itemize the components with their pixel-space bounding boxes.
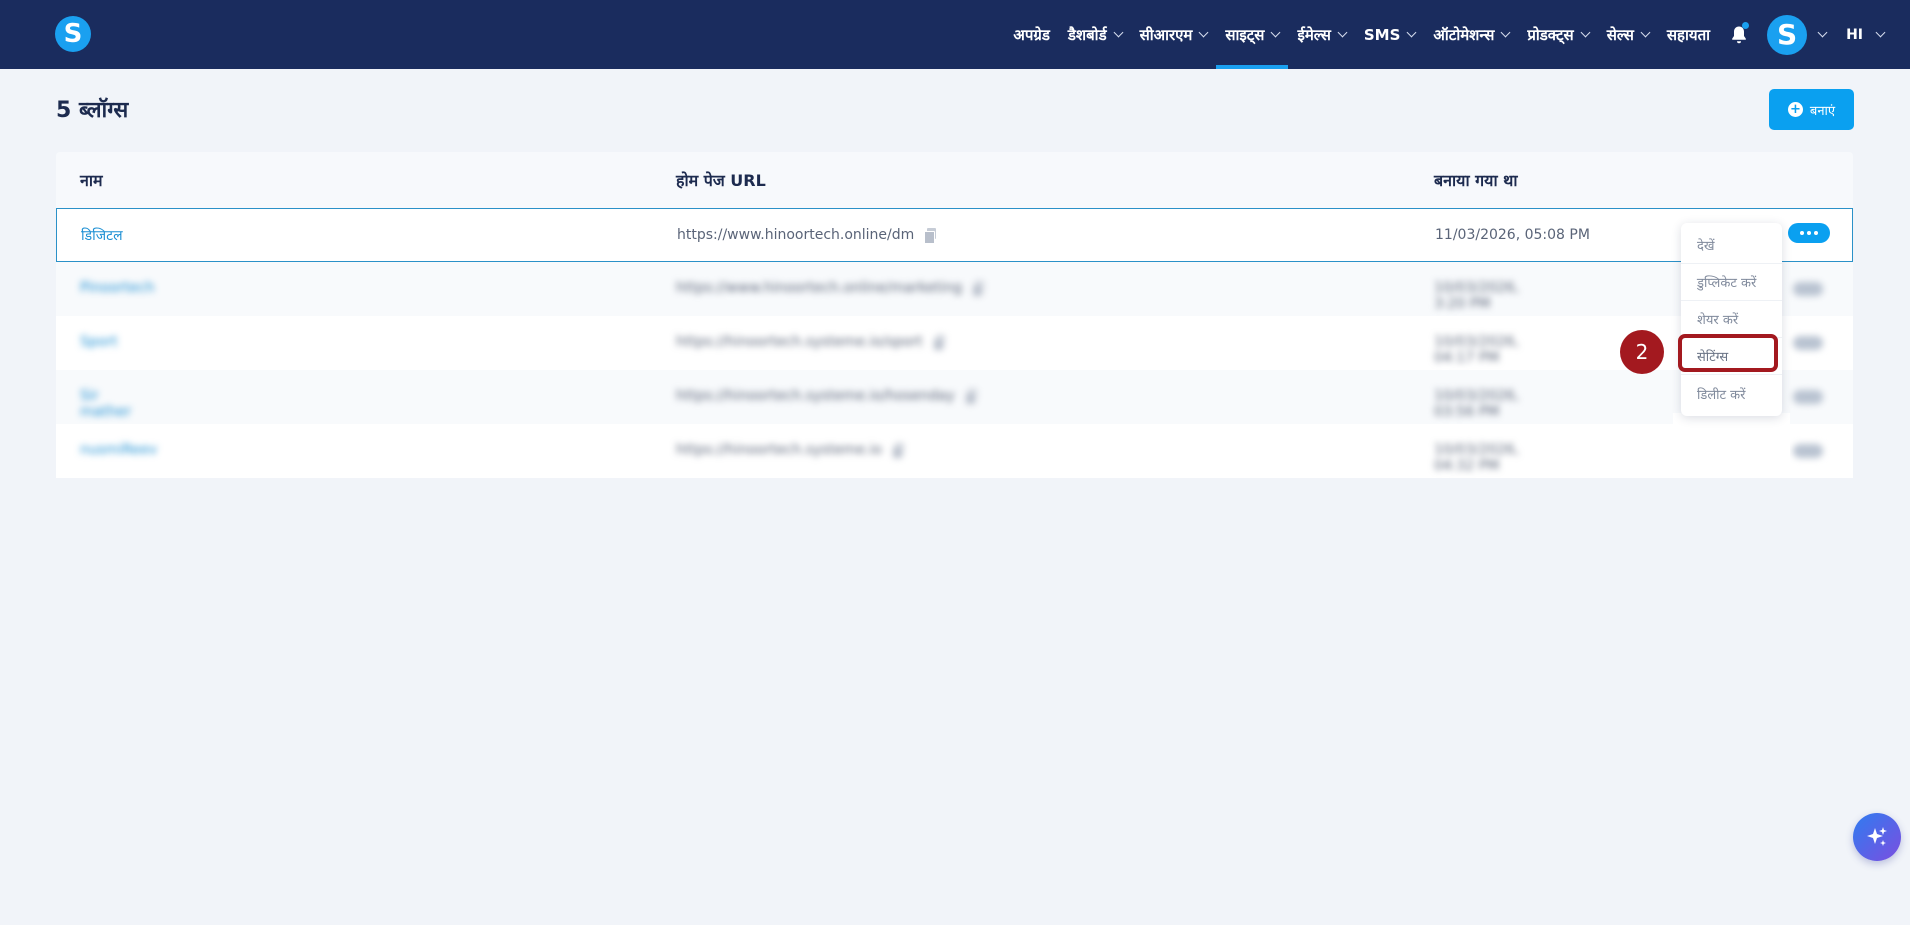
copy-icon[interactable] [964, 389, 977, 405]
create-button-label: बनाएं [1809, 103, 1836, 119]
blog-url: https://hinoortech.systeme.io/hosenday [676, 388, 977, 405]
more-dots-icon [1800, 231, 1804, 235]
blog-created-date: 11/03/2026, 05:08 PM [1435, 227, 1590, 243]
blog-url-text: https://www.hinoortech.online/marketing [676, 280, 963, 296]
blog-url: https://www.hinoortech.online/marketing [676, 280, 985, 297]
language-selector[interactable]: HI [1834, 0, 1910, 69]
blog-created-date: 10/03/2026, 03:56 PM [1434, 388, 1520, 420]
menu-item-share[interactable]: शेयर करें [1681, 301, 1782, 338]
nav-item-help[interactable]: सहायता [1658, 0, 1719, 69]
nav-item-label: डैशबोर्ड [1067, 25, 1107, 44]
nav-item-sms[interactable]: SMS [1355, 0, 1425, 69]
sparkle-icon [1867, 827, 1887, 846]
ai-assistant-button[interactable] [1853, 813, 1901, 861]
table-row[interactable]: डिजिटल https://www.hinoortech.online/dm … [56, 208, 1853, 262]
nav-item-dashboard[interactable]: डैशबोर्ड [1059, 0, 1131, 69]
main-nav: अपग्रेड डैशबोर्ड सीआरएम साइट्स ईमेल्स SM… [1004, 0, 1910, 69]
table-row[interactable]: nusmiReev https://hinoortech.systeme.io … [56, 424, 1853, 478]
chevron-down-icon [1406, 27, 1417, 38]
nav-item-label: अपग्रेड [1013, 25, 1050, 44]
nav-item-label: सेल्स [1606, 25, 1634, 44]
app-logo[interactable]: S [55, 16, 91, 52]
column-header-url: होम पेज URL [676, 171, 766, 190]
row-actions-menu: देखें डुप्लिकेट करें शेयर करें सेटिंग्स … [1681, 223, 1782, 416]
blog-created-date: 10/03/2026, 04:32 PM [1434, 442, 1520, 474]
account-menu[interactable]: S [1759, 0, 1834, 69]
nav-item-products[interactable]: प्रोडक्ट्स [1518, 0, 1597, 69]
blog-url: https://hinoortech.systeme.io/sport [676, 334, 945, 351]
table-row[interactable]: Sir mather https://hinoortech.systeme.io… [56, 370, 1853, 424]
nav-item-label: सहायता [1666, 25, 1711, 44]
nav-item-crm[interactable]: सीआरएम [1131, 0, 1217, 69]
blog-name-link[interactable]: Pinoortech [80, 280, 154, 296]
language-label: HI [1846, 26, 1863, 43]
page-title: 5 ब्लॉग्स [56, 98, 129, 123]
nav-item-automations[interactable]: ऑटोमेशन्स [1424, 0, 1518, 69]
blogs-table: नाम होम पेज URL बनाया गया था डिजिटल http… [56, 152, 1853, 478]
menu-item-view[interactable]: देखें [1681, 227, 1782, 264]
notification-dot [1742, 22, 1750, 29]
create-blog-button[interactable]: + बनाएं [1769, 89, 1854, 130]
chevron-down-icon [1640, 27, 1651, 38]
blog-url-text: https://hinoortech.systeme.io [676, 442, 882, 458]
annotation-step-badge: 2 [1620, 330, 1664, 374]
notifications-button[interactable] [1719, 0, 1759, 69]
blog-url: https://hinoortech.systeme.io [676, 442, 904, 459]
top-navbar: S अपग्रेड डैशबोर्ड सीआरएम साइट्स ईमेल्स … [0, 0, 1910, 69]
chevron-down-icon [1271, 27, 1281, 38]
row-actions-button[interactable] [1793, 336, 1823, 350]
copy-icon[interactable] [972, 281, 985, 297]
copy-icon[interactable] [924, 228, 937, 244]
row-actions-button[interactable] [1788, 223, 1830, 243]
blog-name-link[interactable]: nusmiReev [80, 442, 157, 458]
copy-icon[interactable] [932, 335, 945, 351]
chevron-down-icon [1198, 27, 1209, 38]
column-header-name: नाम [80, 171, 103, 190]
nav-item-sites[interactable]: साइट्स [1216, 0, 1289, 69]
avatar: S [1767, 14, 1808, 55]
nav-item-emails[interactable]: ईमेल्स [1288, 0, 1354, 69]
nav-item-label: साइट्स [1225, 25, 1265, 44]
row-actions-button[interactable] [1793, 444, 1823, 458]
menu-item-duplicate[interactable]: डुप्लिकेट करें [1681, 264, 1782, 301]
chevron-down-icon [1580, 27, 1591, 38]
nav-item-label: ईमेल्स [1297, 25, 1331, 44]
blog-created-date: 10/03/2026, 3:20 PM [1434, 280, 1520, 312]
copy-icon[interactable] [891, 443, 904, 459]
chevron-down-icon [1875, 27, 1886, 38]
nav-item-label: SMS [1363, 25, 1401, 44]
menu-item-delete[interactable]: डिलीट करें [1681, 375, 1782, 412]
blog-created-date: 10/03/2026, 04:17 PM [1434, 334, 1520, 366]
nav-item-sales[interactable]: सेल्स [1598, 0, 1658, 69]
annotation-highlight-box [1678, 334, 1778, 372]
nav-item-label: ऑटोमेशन्स [1433, 25, 1495, 44]
table-header: नाम होम पेज URL बनाया गया था [56, 152, 1853, 208]
chevron-down-icon [1817, 27, 1828, 38]
blog-name-link[interactable]: Sir mather [80, 388, 131, 420]
column-header-created: बनाया गया था [1434, 171, 1518, 190]
nav-item-label: प्रोडक्ट्स [1527, 25, 1574, 44]
chevron-down-icon [1113, 27, 1124, 38]
blog-url-text: https://www.hinoortech.online/dm [677, 227, 915, 243]
nav-item-label: सीआरएम [1139, 25, 1193, 44]
table-row[interactable]: Sport https://hinoortech.systeme.io/spor… [56, 316, 1853, 370]
plus-circle-icon: + [1787, 102, 1803, 117]
nav-item-upgrade[interactable]: अपग्रेड [1004, 0, 1058, 69]
dropdown-backdrop [1673, 413, 1790, 477]
blog-url-text: https://hinoortech.systeme.io/sport [676, 334, 923, 350]
table-row[interactable]: Pinoortech https://www.hinoortech.online… [56, 262, 1853, 316]
blog-name-link[interactable]: Sport [80, 334, 118, 350]
blog-url: https://www.hinoortech.online/dm [677, 227, 937, 244]
row-actions-button[interactable] [1793, 282, 1823, 296]
chevron-down-icon [1337, 27, 1348, 38]
chevron-down-icon [1500, 27, 1511, 38]
blog-url-text: https://hinoortech.systeme.io/hosenday [676, 388, 955, 404]
row-actions-button[interactable] [1793, 390, 1823, 404]
blog-name-link[interactable]: डिजिटल [81, 226, 123, 245]
